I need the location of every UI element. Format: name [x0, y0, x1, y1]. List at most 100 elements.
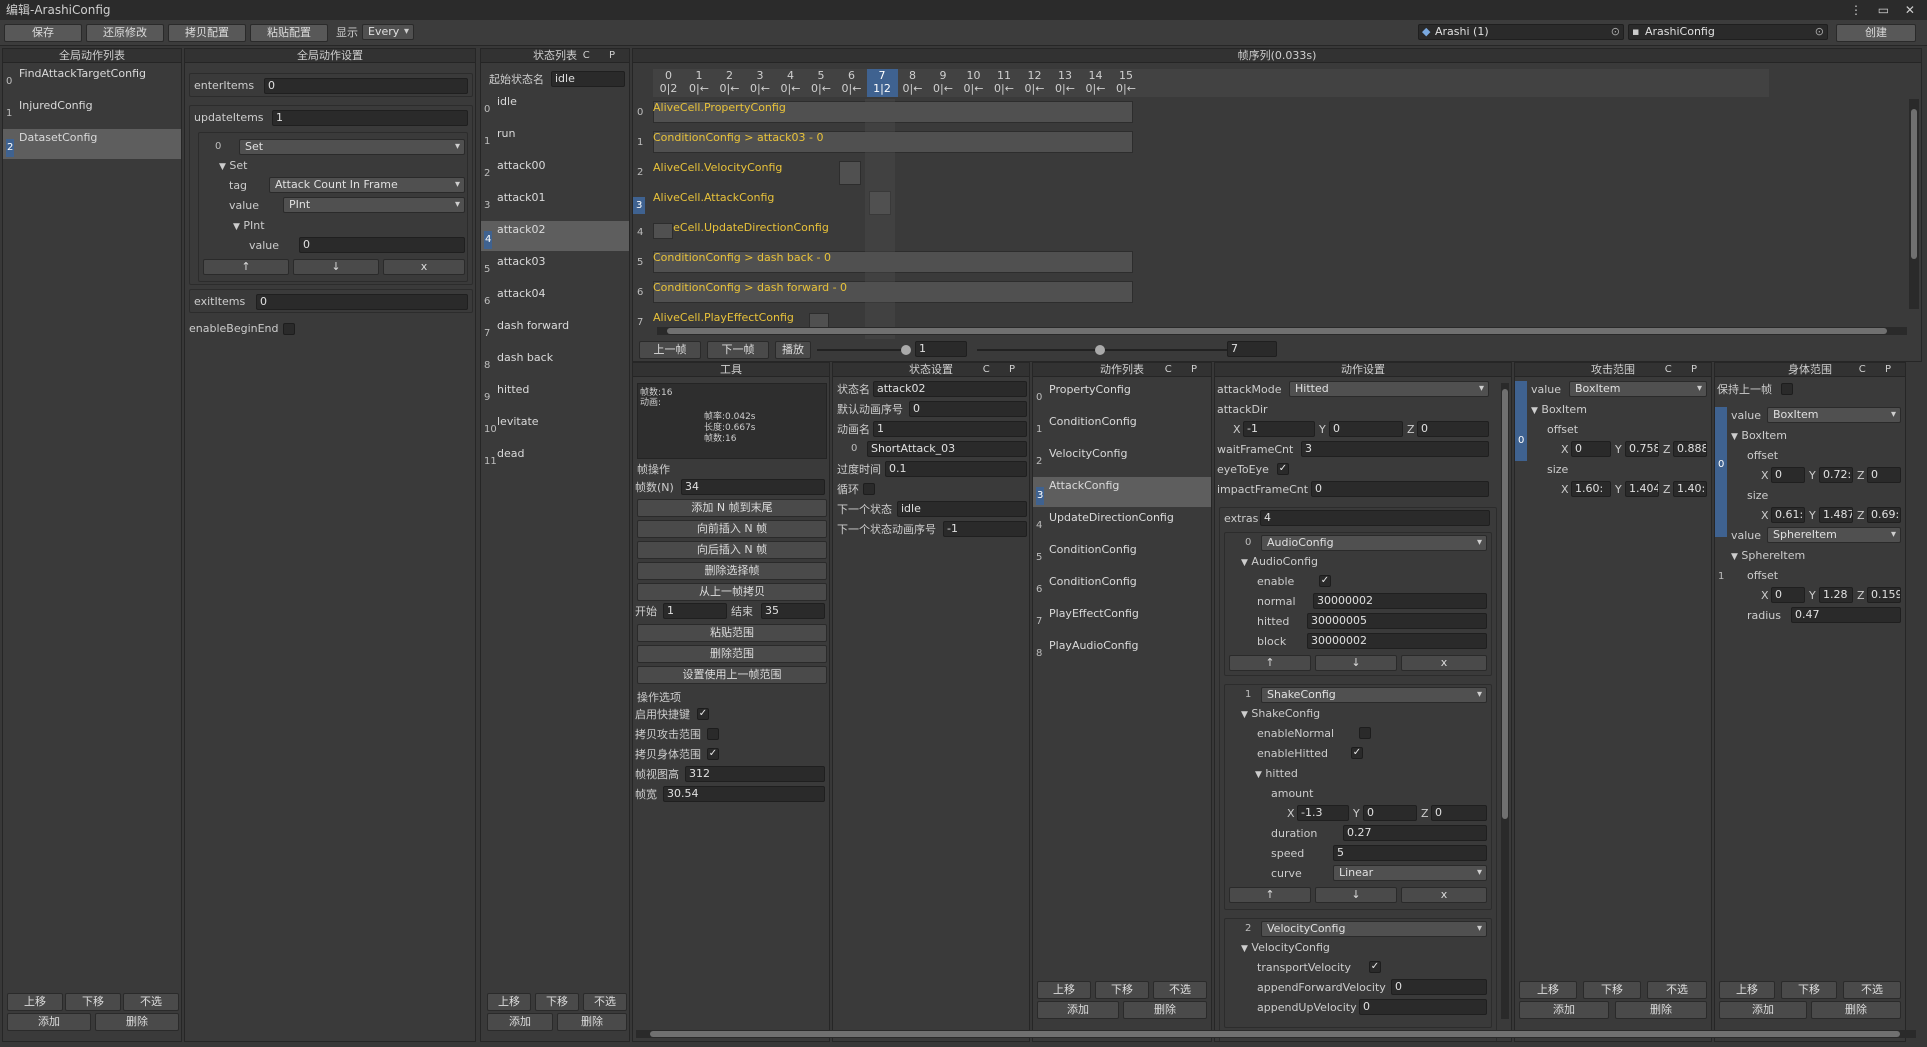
delete-range-button[interactable]: 删除范围	[637, 645, 827, 663]
body-delete-button[interactable]: 删除	[1811, 1001, 1901, 1019]
copy-body-range-checkbox[interactable]: ✓	[707, 748, 719, 760]
duration-field[interactable]: 0.27	[1343, 825, 1487, 841]
frame-header-cell[interactable]: 14 0|←	[1080, 69, 1111, 97]
track-label[interactable]: ConditionConfig > dash back - 0	[653, 251, 831, 273]
state-list-item[interactable]: 8 dash back	[481, 349, 629, 379]
attack-down-button[interactable]: 下移	[1583, 981, 1641, 999]
attack-size-y-field[interactable]: 1.404	[1625, 481, 1659, 497]
extra-type-dropdown[interactable]: VelocityConfig	[1261, 921, 1487, 937]
attack-offset-z-field[interactable]: 0.888	[1673, 441, 1707, 457]
move-down-button[interactable]: ↓	[293, 259, 379, 275]
move-up-button[interactable]: ↑	[203, 259, 289, 275]
body-offset-x-field[interactable]: 0	[1771, 467, 1805, 483]
action-list-item[interactable]: 1 ConditionConfig	[1033, 413, 1211, 443]
timeline-h-scrollbar[interactable]	[657, 327, 1907, 335]
attack-dir-y-field[interactable]: 0	[1329, 421, 1403, 437]
copy-paste-buttons[interactable]: C P	[583, 49, 623, 63]
state-list-item[interactable]: 9 hitted	[481, 381, 629, 411]
target-config-field[interactable]: ▪ ArashiConfig ⊙	[1628, 24, 1828, 40]
track-label[interactable]: AliveCell.UpdateDirectionConfig	[653, 221, 829, 243]
action-list-item[interactable]: 0 PropertyConfig	[1033, 381, 1211, 411]
audio-enable-checkbox[interactable]: ✓	[1319, 575, 1331, 587]
play-button[interactable]: 播放	[775, 341, 811, 359]
frame-width-field[interactable]: 30.54	[663, 786, 825, 802]
hotkey-checkbox[interactable]: ✓	[697, 708, 709, 720]
body-add-button[interactable]: 添加	[1719, 1001, 1807, 1019]
action-add-button[interactable]: 添加	[1037, 1001, 1119, 1019]
start-state-field[interactable]: idle	[551, 71, 625, 87]
current-frame-field[interactable]: 1	[915, 341, 967, 357]
paste-config-button[interactable]: 粘贴配置	[250, 24, 328, 42]
track-label[interactable]: ConditionConfig > attack03 - 0	[653, 131, 823, 153]
body-value-dropdown-0[interactable]: BoxItem	[1767, 407, 1901, 423]
state-name-field[interactable]: attack02	[873, 381, 1027, 397]
end-frame-slider-handle[interactable]	[1095, 345, 1105, 355]
insert-before-button[interactable]: 向前插入 N 帧	[637, 520, 827, 538]
amount-x-field[interactable]: -1.3	[1297, 805, 1349, 821]
save-button[interactable]: 保存	[4, 24, 82, 42]
action-up-button[interactable]: 上移	[1037, 981, 1091, 999]
next-anim-index-field[interactable]: -1	[943, 521, 1027, 537]
frame-view-height-field[interactable]: 312	[685, 766, 825, 782]
copy-previous-frame-button[interactable]: 从上一帧拷贝	[637, 583, 827, 601]
transition-time-field[interactable]: 0.1	[885, 461, 1027, 477]
attack-up-button[interactable]: 上移	[1519, 981, 1577, 999]
n-frames-field[interactable]: 34	[681, 479, 825, 495]
state-list-item[interactable]: 3 attack01	[481, 189, 629, 219]
action-down-button[interactable]: 下移	[1095, 981, 1149, 999]
action-list-item[interactable]: 7 PlayEffectConfig	[1033, 605, 1211, 635]
body-size-x-field[interactable]: 0.61:	[1771, 507, 1805, 523]
window-controls[interactable]: ⋮ ▭ ✕	[1850, 0, 1921, 20]
global-action-up-button[interactable]: 上移	[7, 993, 63, 1011]
state-list-item[interactable]: 6 attack04	[481, 285, 629, 315]
set-foldout[interactable]: ▼ Set	[219, 159, 248, 174]
track-label[interactable]: ConditionConfig > dash forward - 0	[653, 281, 847, 303]
next-frame-button[interactable]: 下一帧	[707, 341, 769, 359]
keep-prev-frame-checkbox[interactable]	[1781, 383, 1793, 395]
enable-hitted-checkbox[interactable]: ✓	[1351, 747, 1363, 759]
enable-normal-checkbox[interactable]	[1359, 727, 1371, 739]
body-deselect-button[interactable]: 不选	[1843, 981, 1901, 999]
global-action-item[interactable]: 1 InjuredConfig	[3, 97, 181, 127]
enter-items-field[interactable]: 0	[264, 78, 468, 94]
bottom-h-scrollbar[interactable]	[636, 1030, 1916, 1038]
extra-type-dropdown[interactable]: AudioConfig	[1261, 535, 1487, 551]
attack-dir-z-field[interactable]: 0	[1417, 421, 1489, 437]
loop-checkbox[interactable]	[863, 483, 875, 495]
attack-offset-y-field[interactable]: 0.758	[1625, 441, 1659, 457]
frame-header-cell[interactable]: 13 0|←	[1050, 69, 1081, 97]
state-list-item[interactable]: 2 attack00	[481, 157, 629, 187]
extra-move-up-button[interactable]: ↑	[1229, 655, 1311, 671]
frame-header-cell[interactable]: 8 0|←	[897, 69, 928, 97]
action-list-item[interactable]: 3 AttackConfig	[1033, 477, 1211, 507]
sphere-offset-x-field[interactable]: 0	[1771, 587, 1805, 603]
end-frame-field[interactable]: 7	[1227, 341, 1277, 357]
update-item-type-dropdown[interactable]: Set	[239, 139, 465, 155]
impact-frame-field[interactable]: 0	[1311, 481, 1489, 497]
frame-header-cell[interactable]: 10 0|←	[958, 69, 989, 97]
prev-frame-button[interactable]: 上一帧	[639, 341, 701, 359]
eye-to-eye-checkbox[interactable]: ✓	[1277, 463, 1289, 475]
attack-size-x-field[interactable]: 1.60:	[1571, 481, 1611, 497]
state-up-button[interactable]: 上移	[487, 993, 531, 1011]
config-picker-icon[interactable]: ⊙	[1815, 25, 1824, 39]
target-object-field[interactable]: ◆ Arashi (1) ⊙	[1418, 24, 1624, 40]
attack-value-dropdown[interactable]: BoxItem	[1569, 381, 1707, 397]
sphere-offset-y-field[interactable]: 1.28	[1819, 587, 1853, 603]
frame-slider-handle[interactable]	[901, 345, 911, 355]
state-delete-button[interactable]: 删除	[557, 1013, 627, 1031]
copy-paste-buttons[interactable]: C P	[1165, 363, 1205, 377]
body-size-z-field[interactable]: 0.69:	[1867, 507, 1901, 523]
state-list-item[interactable]: 11 dead	[481, 445, 629, 475]
transport-velocity-checkbox[interactable]: ✓	[1369, 961, 1381, 973]
timeline-h-scroll-thumb[interactable]	[667, 328, 1887, 334]
copy-config-button[interactable]: 拷贝配置	[168, 24, 246, 42]
frame-header-cell[interactable]: 4 0|←	[775, 69, 806, 97]
bottom-h-scroll-thumb[interactable]	[650, 1031, 1900, 1037]
attack-deselect-button[interactable]: 不选	[1647, 981, 1707, 999]
frame-header-cell[interactable]: 2 0|←	[714, 69, 745, 97]
timeline-v-scroll-thumb[interactable]	[1911, 109, 1917, 259]
hitted-foldout[interactable]: ▼ hitted	[1255, 767, 1298, 782]
frame-header-cell[interactable]: 3 0|←	[745, 69, 776, 97]
state-list-item[interactable]: 10 levitate	[481, 413, 629, 443]
